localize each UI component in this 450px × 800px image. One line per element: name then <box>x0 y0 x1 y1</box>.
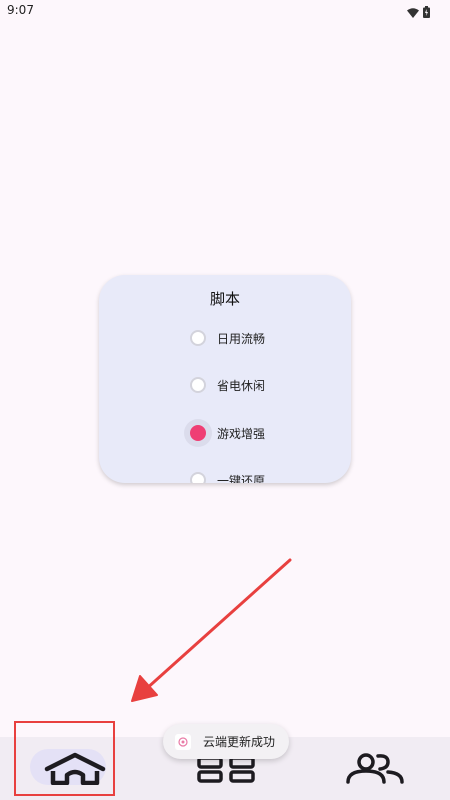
nav-users[interactable] <box>300 737 450 800</box>
annotation-arrow <box>131 558 292 702</box>
users-icon <box>344 751 408 789</box>
annotation-highlight-box <box>14 721 115 796</box>
apps-grid-icon <box>196 755 256 787</box>
toast-text: 云端更新成功 <box>203 735 276 749</box>
toast-notification: 云端更新成功 <box>163 724 290 759</box>
app-icon <box>175 733 191 750</box>
